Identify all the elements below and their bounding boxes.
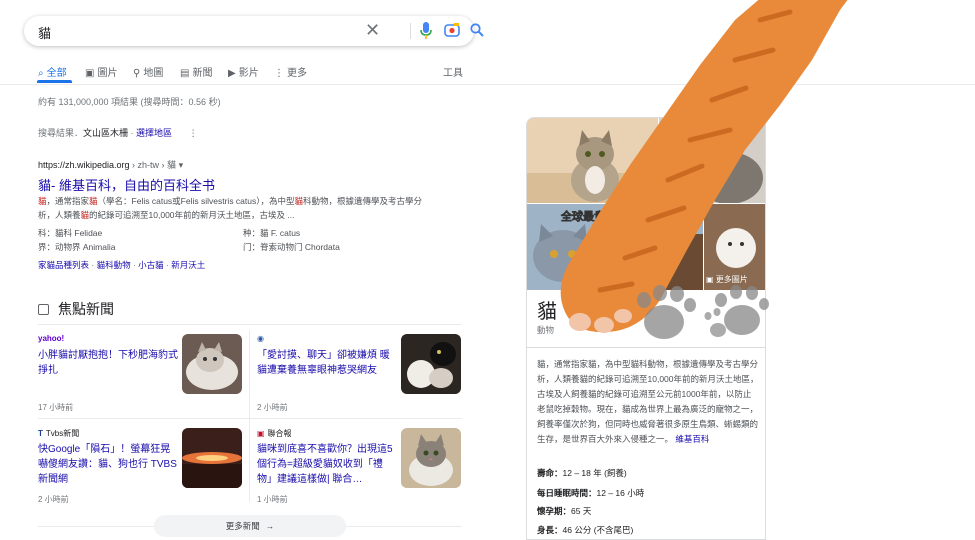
search-icon[interactable]: [470, 23, 484, 37]
kp-divider: [527, 347, 765, 348]
more-icon: ⋮: [274, 68, 284, 79]
active-tab-indicator: [37, 80, 72, 83]
news-card[interactable]: T Tvbs新聞 快Google「隕石」！螢幕狂晃嚇傻網友讚：貓、狗也行 TVBS…: [38, 428, 243, 520]
source-logo: T: [38, 429, 43, 438]
news-headline[interactable]: 快Google「隕石」！螢幕狂晃嚇傻網友讚：貓、狗也行 TVBS新聞網: [38, 442, 178, 487]
tab-all[interactable]: ⌕ 全部: [38, 64, 67, 79]
result-url[interactable]: https://zh.wikipedia.org › zh-tw › 貓 ▾: [38, 158, 183, 171]
kp-subtitle: 動物: [537, 325, 555, 335]
source-logo: yahoo!: [38, 334, 65, 343]
tab-videos[interactable]: ▶ 影片: [228, 64, 259, 79]
news-headline[interactable]: 小胖貓討厭抱抱！下秒肥海豹式掙扎: [38, 348, 178, 378]
pin-icon: ⚲: [133, 68, 141, 79]
more-images-link[interactable]: ▣ 更多圖片: [706, 274, 748, 285]
result-stats: 約有 131,000,000 項結果 (搜尋時間：0.56 秒): [38, 97, 221, 107]
chevron-down-icon[interactable]: ▾: [179, 160, 184, 170]
kp-image-cat-2[interactable]: [659, 118, 765, 203]
kp-description: 貓，通常指家貓，為中型貓科動物，根據遺傳學及考古學分析，人類養貓的紀錄可追溯至1…: [537, 359, 759, 444]
news-headline[interactable]: 貓咪到底喜不喜歡你？出現這5個行為=超級愛貓奴收到「禮物」建議這樣做| 聯合…: [257, 442, 397, 487]
news-time: 1 小時前: [257, 495, 288, 504]
news-thumbnail-cat: [182, 334, 242, 394]
kp-image-tabby[interactable]: [527, 118, 658, 203]
sitelinks: 家貓品種列表 · 貓科動物 · 小古貓 · 新月沃土: [38, 260, 206, 270]
play-icon: ▶: [228, 68, 236, 79]
search-box[interactable]: 貓 ✕: [24, 16, 484, 46]
news-time: 2 小時前: [38, 495, 69, 504]
kp-fact-gestation: 懷孕期：65 天: [537, 506, 592, 516]
news-headline[interactable]: 「愛討摸、聊天」卻被嫌煩 暖貓遭棄養無辜眼神惹哭網友: [257, 348, 397, 378]
image-icon: ▣: [85, 68, 95, 79]
arrow-right-icon: →: [265, 521, 275, 531]
tab-maps[interactable]: ⚲ 地圖: [133, 64, 163, 79]
result-snippet: 貓，通常指家貓（學名：Felis catus或Felis silvestris …: [38, 196, 423, 220]
search-icon: ⌕: [38, 68, 44, 79]
news-thumbnail-cats: [401, 334, 461, 394]
result-title-link[interactable]: 貓- 維基百科，自由的百科全书: [38, 175, 215, 194]
clear-icon[interactable]: ✕: [365, 20, 380, 40]
news-card[interactable]: ◉ 「愛討摸、聊天」卻被嫌煩 暖貓遭棄養無辜眼神惹哭網友 2 小時前: [257, 334, 462, 426]
change-location-link[interactable]: 選擇地區: [136, 128, 172, 138]
news-icon: [38, 304, 49, 315]
attr-phylum: 门：脊索动物门 Chordata: [243, 242, 340, 252]
news-thumbnail-meteor: [182, 428, 242, 488]
knowledge-panel: 全球最貴的 ▣ 更多圖片 貓 動物 貓，通常指家貓，為中型貓科動物，根據遺傳學及…: [526, 117, 766, 540]
kp-title: 貓: [537, 301, 557, 323]
tab-news[interactable]: ▤ 新聞: [180, 64, 212, 79]
header-divider: [0, 84, 975, 85]
attr-family: 科：貓科 Felidae: [38, 228, 103, 238]
news-time: 17 小時前: [38, 403, 74, 412]
news-divider: [249, 330, 250, 502]
location-line: 搜尋結果．文山區木柵 · 選擇地區 ⋮: [38, 128, 198, 138]
search-input[interactable]: 貓: [38, 23, 51, 42]
news-thumbnail-tabby: [401, 428, 461, 488]
more-news-button[interactable]: 更多新聞 →: [154, 515, 346, 537]
news-time: 2 小時前: [257, 403, 288, 412]
microphone-icon[interactable]: [420, 22, 432, 40]
sitelink[interactable]: 新月沃土: [171, 260, 205, 270]
tab-images[interactable]: ▣ 圖片: [85, 64, 117, 79]
sitelink[interactable]: 家貓品種列表: [38, 260, 89, 270]
news-icon: ▤: [180, 68, 190, 79]
news-card[interactable]: yahoo! 小胖貓討厭抱抱！下秒肥海豹式掙扎 17 小時前: [38, 334, 243, 426]
attr-species: 种：貓 F. catus: [243, 228, 301, 238]
source-logo: ◉: [257, 334, 264, 343]
news-divider: [38, 324, 462, 325]
kp-image-caption: 全球最貴的: [561, 211, 617, 224]
sitelink[interactable]: 貓科動物: [97, 260, 131, 270]
kp-image-british-shorthair[interactable]: 全球最貴的: [527, 204, 703, 290]
kp-fact-lifespan: 壽命：12 – 18 年 (飼養): [537, 468, 627, 478]
kp-fact-sleep: 每日睡眠時間：12 – 16 小時: [537, 488, 645, 498]
search-divider: [410, 23, 411, 39]
tab-more[interactable]: ⋮ 更多: [274, 64, 307, 79]
location-place: 文山區木柵: [83, 128, 129, 138]
news-card[interactable]: ▣ 聯合報 貓咪到底喜不喜歡你？出現這5個行為=超級愛貓奴收到「禮物」建議這樣做|…: [257, 428, 462, 520]
kp-fact-length: 身長：46 公分 (不含尾巴): [537, 525, 634, 535]
attr-kingdom: 界：动物界 Animalia: [38, 242, 116, 252]
tools-button[interactable]: 工具: [443, 64, 463, 79]
image-icon: ▣: [706, 275, 716, 284]
more-options-icon[interactable]: ⋮: [189, 128, 198, 138]
camera-lens-icon[interactable]: [444, 22, 460, 38]
top-stories-heading: 焦點新聞: [38, 299, 114, 319]
source-logo: ▣: [257, 429, 265, 438]
sitelink[interactable]: 小古貓: [138, 260, 164, 270]
wikipedia-link[interactable]: 維基百科: [675, 434, 709, 444]
